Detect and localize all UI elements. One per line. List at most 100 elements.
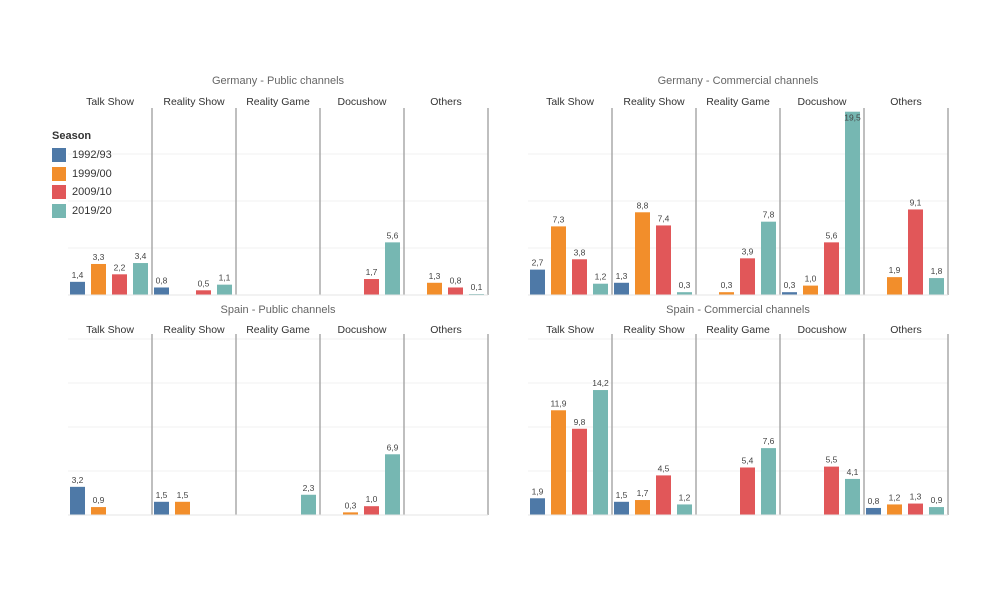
bar bbox=[824, 466, 839, 515]
data-label: 0,8 bbox=[868, 496, 880, 506]
bar bbox=[530, 269, 545, 295]
bar bbox=[217, 284, 232, 295]
legend-swatch bbox=[52, 166, 66, 181]
column-header: Reality Show bbox=[163, 324, 225, 336]
column-header: Docushow bbox=[797, 96, 846, 108]
bar bbox=[908, 209, 923, 295]
data-label: 3,9 bbox=[742, 246, 754, 256]
data-label: 1,1 bbox=[219, 273, 231, 283]
data-label: 0,5 bbox=[198, 278, 210, 288]
data-label: 6,9 bbox=[387, 442, 399, 452]
data-label: 1,2 bbox=[595, 272, 607, 282]
data-label: 0,3 bbox=[345, 500, 357, 510]
data-label: 1,7 bbox=[366, 267, 378, 277]
column-header: Docushow bbox=[337, 324, 386, 336]
data-label: 1,4 bbox=[72, 270, 84, 280]
data-label: 3,4 bbox=[135, 251, 147, 261]
bar bbox=[154, 501, 169, 515]
bar bbox=[572, 259, 587, 295]
bar bbox=[929, 278, 944, 295]
panel-title: Germany - Public channels bbox=[212, 75, 345, 87]
legend-swatch bbox=[52, 203, 66, 218]
bar bbox=[301, 494, 316, 515]
bar bbox=[635, 212, 650, 295]
legend-title: Season bbox=[52, 130, 92, 142]
column-header: Reality Show bbox=[623, 96, 685, 108]
legend-item: 2019/20 bbox=[52, 202, 112, 221]
bar bbox=[427, 282, 442, 295]
column-header: Reality Show bbox=[163, 96, 225, 108]
bar bbox=[91, 263, 106, 295]
bar bbox=[154, 287, 169, 295]
legend-swatch bbox=[52, 148, 66, 163]
panel-title: Spain - Commercial channels bbox=[666, 304, 810, 316]
data-label: 3,2 bbox=[72, 475, 84, 485]
data-label: 19,5 bbox=[844, 113, 861, 123]
bar bbox=[133, 263, 148, 295]
data-label: 2,2 bbox=[114, 262, 126, 272]
bar bbox=[530, 498, 545, 515]
column-header: Talk Show bbox=[546, 96, 594, 108]
data-label: 7,8 bbox=[763, 210, 775, 220]
data-label: 1,9 bbox=[532, 486, 544, 496]
bar bbox=[656, 475, 671, 515]
bar bbox=[91, 507, 106, 515]
bar bbox=[740, 258, 755, 295]
column-header: Reality Game bbox=[246, 96, 310, 108]
column-header: Others bbox=[430, 96, 462, 108]
legend: Season 1992/93 1999/00 2009/10 2019/20 bbox=[52, 130, 112, 220]
data-label: 1,0 bbox=[805, 274, 817, 284]
data-label: 7,4 bbox=[658, 213, 670, 223]
bar bbox=[614, 501, 629, 515]
bar bbox=[551, 410, 566, 515]
legend-label: 1992/93 bbox=[72, 149, 112, 162]
bar bbox=[551, 226, 566, 295]
data-label: 1,3 bbox=[910, 492, 922, 502]
legend-item: 1992/93 bbox=[52, 146, 112, 165]
bar bbox=[887, 504, 902, 515]
data-label: 0,8 bbox=[156, 275, 168, 285]
data-label: 1,5 bbox=[177, 490, 189, 500]
data-label: 0,9 bbox=[931, 495, 943, 505]
data-label: 1,0 bbox=[366, 494, 378, 504]
column-header: Reality Game bbox=[246, 324, 310, 336]
data-label: 3,3 bbox=[93, 252, 105, 262]
data-label: 5,6 bbox=[387, 230, 399, 240]
data-label: 1,9 bbox=[889, 265, 901, 275]
bar bbox=[448, 287, 463, 295]
bar bbox=[866, 507, 881, 515]
legend-label: 2019/20 bbox=[72, 204, 112, 217]
bar bbox=[70, 281, 85, 295]
column-header: Reality Show bbox=[623, 324, 685, 336]
data-label: 0,3 bbox=[784, 280, 796, 290]
legend-label: 1999/00 bbox=[72, 167, 112, 180]
column-header: Others bbox=[890, 324, 922, 336]
bar bbox=[196, 290, 211, 295]
legend-label: 2009/10 bbox=[72, 186, 112, 199]
data-label: 5,4 bbox=[742, 455, 754, 465]
bar bbox=[614, 282, 629, 295]
bar bbox=[364, 506, 379, 515]
bar bbox=[175, 501, 190, 515]
data-label: 0,3 bbox=[679, 280, 691, 290]
chart-canvas: Germany - Public channels Talk Show 1,4 3,3… bbox=[68, 75, 949, 516]
column-header: Others bbox=[890, 96, 922, 108]
bar bbox=[761, 221, 776, 295]
column-header: Docushow bbox=[797, 324, 846, 336]
panel-title: Germany - Commercial channels bbox=[658, 75, 819, 87]
bar bbox=[824, 242, 839, 295]
column-header: Others bbox=[430, 324, 462, 336]
data-label: 1,2 bbox=[889, 492, 901, 502]
bar bbox=[572, 428, 587, 515]
bar bbox=[740, 467, 755, 515]
bar bbox=[677, 504, 692, 515]
data-label: 5,5 bbox=[826, 455, 838, 465]
bar bbox=[845, 111, 860, 295]
data-label: 0,9 bbox=[93, 495, 105, 505]
bar bbox=[929, 507, 944, 515]
data-label: 1,2 bbox=[679, 492, 691, 502]
column-header: Docushow bbox=[337, 96, 386, 108]
data-label: 0,1 bbox=[471, 282, 483, 292]
data-label: 2,3 bbox=[303, 483, 315, 493]
data-label: 0,8 bbox=[450, 275, 462, 285]
